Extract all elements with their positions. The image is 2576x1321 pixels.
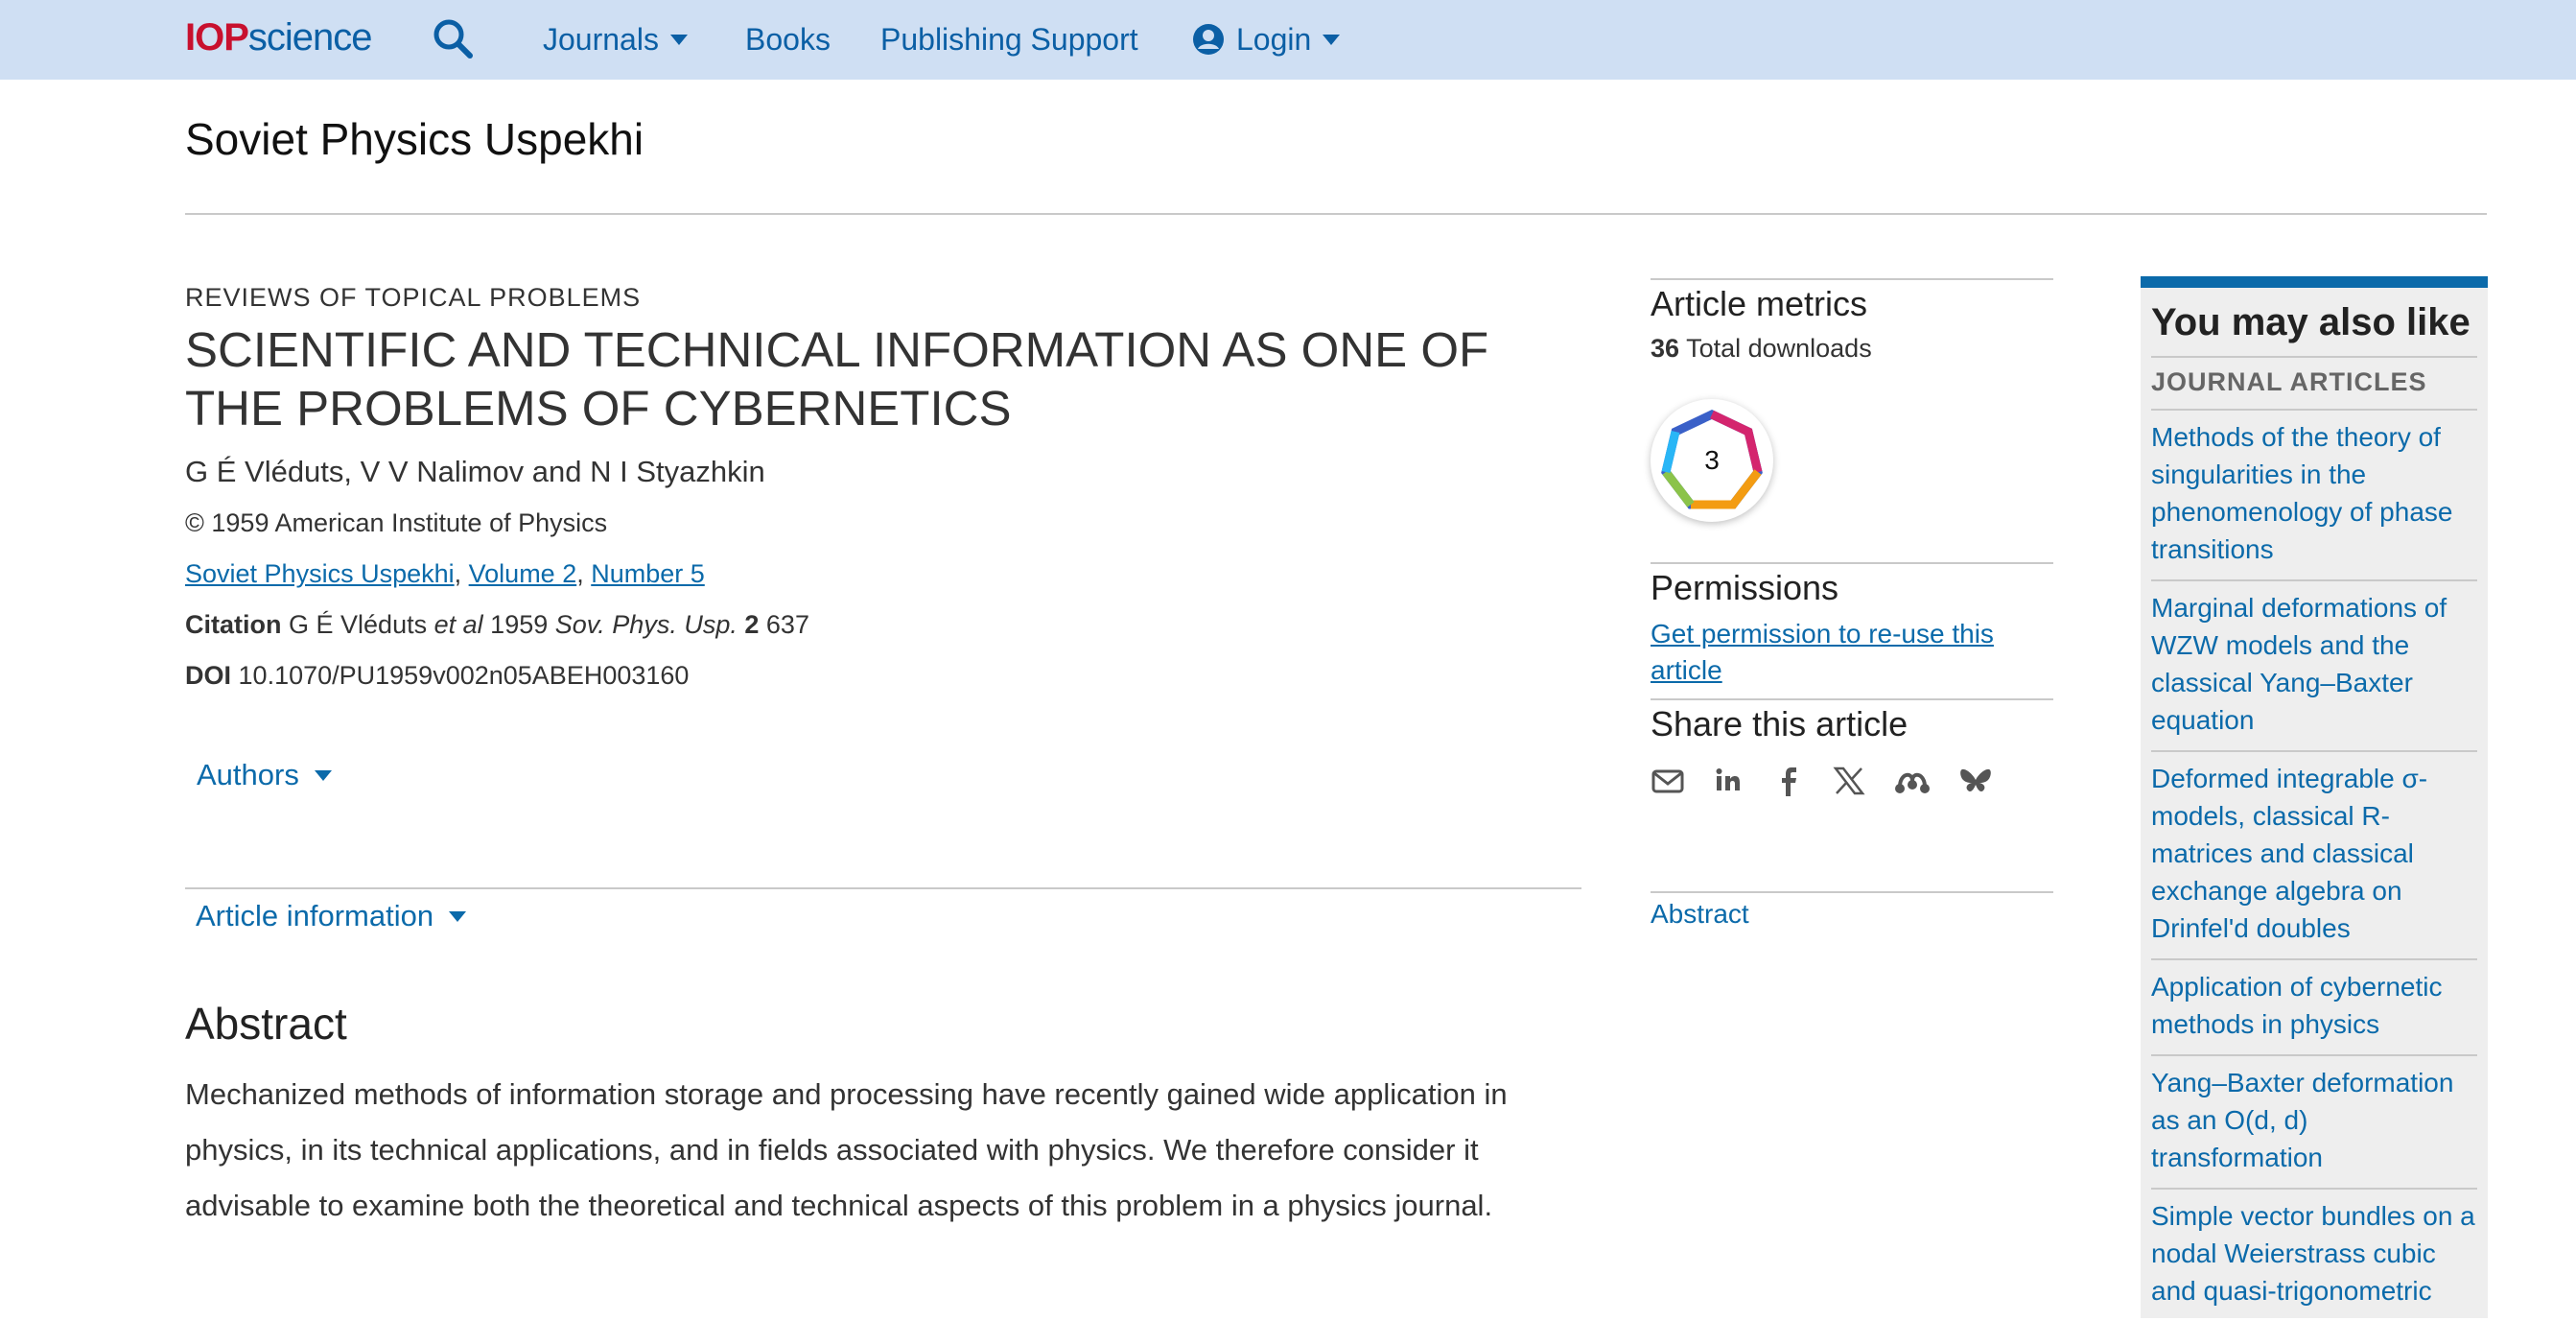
volume-link[interactable]: Volume 2 [469, 559, 577, 588]
citation: Citation G É Vléduts et al 1959 Sov. Phy… [185, 610, 1585, 640]
citation-etal: et al [433, 610, 483, 639]
related-article-link[interactable]: Methods of the theory of singularities i… [2151, 409, 2477, 579]
mendeley-icon[interactable] [1892, 764, 1932, 798]
top-navigation-bar: IOPscience Journals Books Publishing Sup… [0, 0, 2576, 80]
doi: DOI 10.1070/PU1959v002n05ABEH003160 [185, 661, 1585, 691]
related-article-link[interactable]: Deformed integrable σ-models, classical … [2151, 750, 2477, 958]
logo-iop-text: IOP [185, 16, 249, 59]
divider [185, 213, 2487, 215]
citation-volume: 2 [744, 610, 760, 639]
bluesky-icon[interactable] [1958, 764, 1993, 798]
divider [185, 887, 1581, 889]
user-icon [1192, 23, 1225, 56]
article-information-toggle[interactable]: Article information [196, 899, 467, 933]
nav-login-label: Login [1236, 22, 1312, 57]
altmetric-score: 3 [1704, 445, 1720, 475]
email-icon[interactable] [1651, 764, 1685, 798]
x-icon[interactable] [1832, 764, 1866, 798]
number-link[interactable]: Number 5 [591, 559, 705, 588]
citation-journal: Sov. Phys. Usp. [554, 610, 738, 639]
journal-title[interactable]: Soviet Physics Uspekhi [185, 113, 644, 165]
related-heading: You may also like [2151, 301, 2471, 343]
divider [1651, 562, 2053, 564]
article-section-label: REVIEWS OF TOPICAL PROBLEMS [185, 283, 642, 312]
citation-author: G É Vléduts [289, 610, 428, 639]
facebook-icon[interactable] [1771, 764, 1806, 798]
downloads-count: 36 [1651, 334, 1680, 363]
article-header: REVIEWS OF TOPICAL PROBLEMS SCIENTIFIC A… [185, 283, 1585, 691]
total-downloads: 36 Total downloads [1651, 334, 2053, 364]
article-authors: G É Vléduts, V V Nalimov and N I Styazhk… [185, 455, 765, 488]
share-heading: Share this article [1651, 704, 1909, 743]
chevron-down-icon [1323, 34, 1341, 45]
related-articles-panel: You may also like JOURNAL ARTICLES Metho… [2141, 276, 2488, 1318]
citation-page: 637 [765, 610, 809, 639]
article-sidebar: Article metrics 36 Total downloads 3 Per… [1651, 278, 2053, 930]
abstract-heading: Abstract [185, 999, 347, 1049]
nav-publishing-support-label: Publishing Support [880, 22, 1138, 57]
article-copyright: © 1959 American Institute of Physics [185, 508, 608, 537]
nav-login[interactable]: Login [1192, 17, 1341, 61]
authors-toggle-label: Authors [197, 758, 299, 791]
nav-journals[interactable]: Journals [543, 17, 688, 61]
abstract-text: Mechanized methods of information storag… [185, 1077, 1508, 1222]
related-article-link[interactable]: Marginal deformations of WZW models and … [2151, 579, 2477, 750]
article-information-toggle-label: Article information [196, 899, 434, 932]
publication-links: Soviet Physics Uspekhi, Volume 2, Number… [185, 559, 705, 588]
downloads-label: Total downloads [1686, 334, 1872, 363]
permissions-heading: Permissions [1651, 568, 1839, 607]
citation-label: Citation [185, 610, 282, 639]
article-title: SCIENTIFIC AND TECHNICAL INFORMATION AS … [185, 322, 1489, 436]
doi-label: DOI [185, 661, 232, 690]
chevron-down-icon [449, 910, 467, 922]
related-article-link[interactable]: Yang–Baxter deformation as an O(d, d) tr… [2151, 1054, 2477, 1188]
citation-year: 1959 [490, 610, 549, 639]
nav-books[interactable]: Books [745, 17, 831, 61]
divider [1651, 278, 2053, 280]
toc-abstract-link[interactable]: Abstract [1651, 899, 1749, 929]
divider [1651, 698, 2053, 700]
related-subheading: JOURNAL ARTICLES [2151, 356, 2477, 409]
doi-value[interactable]: 10.1070/PU1959v002n05ABEH003160 [239, 661, 690, 690]
divider [1651, 891, 2053, 893]
altmetric-badge[interactable]: 3 [1651, 399, 1773, 522]
nav-journals-label: Journals [543, 22, 659, 57]
linkedin-icon[interactable] [1711, 764, 1745, 798]
search-icon[interactable] [432, 17, 474, 59]
related-article-link[interactable]: Simple vector bundles on a nodal Weierst… [2151, 1188, 2477, 1321]
permissions-link[interactable]: Get permission to re-use this article [1651, 619, 1994, 685]
chevron-down-icon [314, 769, 332, 781]
iopscience-logo[interactable]: IOPscience [185, 13, 373, 61]
journal-link[interactable]: Soviet Physics Uspekhi [185, 559, 455, 588]
nav-publishing-support[interactable]: Publishing Support [880, 17, 1138, 61]
related-article-link[interactable]: Application of cybernetic methods in phy… [2151, 958, 2477, 1054]
nav-books-label: Books [745, 22, 831, 57]
authors-toggle[interactable]: Authors [197, 758, 332, 792]
chevron-down-icon [669, 34, 688, 45]
metrics-heading: Article metrics [1651, 284, 1868, 323]
share-icons [1651, 764, 2053, 798]
logo-science-text: science [247, 16, 373, 59]
